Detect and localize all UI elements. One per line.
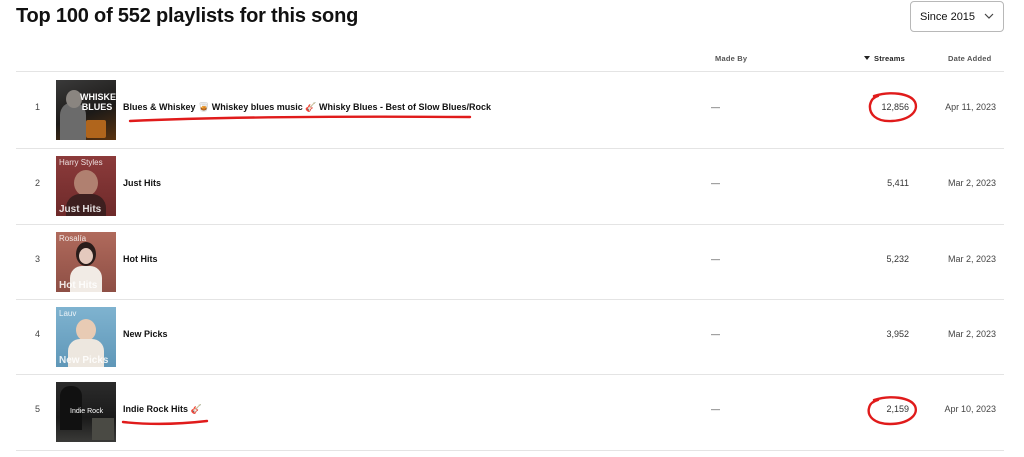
- made-by: —: [711, 178, 720, 188]
- column-header-streams[interactable]: Streams: [864, 54, 905, 63]
- table-row[interactable]: 5 Indie Rock Indie Rock Hits 🎸 — 2,159 A…: [16, 374, 1004, 450]
- playlist-name[interactable]: Blues & Whiskey 🥃 Whiskey blues music 🎸 …: [123, 102, 491, 113]
- row-rank: 4: [35, 329, 41, 339]
- sort-desc-icon: [864, 56, 870, 60]
- table-row[interactable]: 2 Harry Styles Just Hits Just Hits — 5,4…: [16, 148, 1004, 224]
- cover-text-secondary: Just Hits: [59, 204, 102, 215]
- playlist-name[interactable]: Hot Hits: [123, 254, 158, 264]
- table-row[interactable]: 1 WHISKEY BLUES Blues & Whiskey 🥃 Whiske…: [16, 72, 1004, 148]
- cover-text-secondary: Hot Hits: [59, 280, 98, 291]
- row-rank: 3: [35, 254, 41, 264]
- column-header-made-by[interactable]: Made By: [715, 54, 747, 63]
- made-by: —: [711, 254, 720, 264]
- playlist-cover: Indie Rock: [56, 382, 116, 442]
- cover-text: Lauv: [59, 309, 77, 318]
- table-row[interactable]: 3 Rosalía Hot Hits Hot Hits — 5,232 Mar …: [16, 224, 1004, 300]
- cover-text: Rosalía: [59, 234, 87, 243]
- row-divider: [16, 450, 1004, 451]
- date-added: Apr 11, 2023: [945, 102, 996, 112]
- made-by: —: [711, 329, 720, 339]
- playlist-cover: WHISKEY BLUES: [56, 80, 116, 140]
- streams-count: 2,159: [886, 404, 909, 414]
- chevron-down-icon: [984, 13, 994, 19]
- date-range-value: Since 2015: [920, 11, 976, 23]
- date-added: Mar 2, 2023: [947, 329, 996, 339]
- date-added: Apr 10, 2023: [944, 404, 996, 414]
- column-header-date-added[interactable]: Date Added: [948, 54, 991, 63]
- row-rank: 2: [35, 178, 41, 188]
- playlist-name[interactable]: Just Hits: [123, 178, 161, 188]
- streams-count: 12,856: [881, 102, 909, 112]
- date-range-dropdown[interactable]: Since 2015: [910, 1, 1004, 32]
- playlist-cover: Lauv New Picks: [56, 307, 116, 367]
- streams-count: 5,411: [887, 178, 909, 188]
- row-rank: 1: [35, 102, 41, 112]
- made-by: —: [711, 102, 720, 112]
- playlist-name[interactable]: Indie Rock Hits 🎸: [123, 404, 202, 415]
- table-row[interactable]: 4 Lauv New Picks New Picks — 3,952 Mar 2…: [16, 299, 1004, 375]
- column-header-streams-label: Streams: [874, 54, 906, 63]
- cover-text: Indie Rock: [70, 408, 104, 415]
- page-title: Top 100 of 552 playlists for this song: [16, 5, 359, 27]
- cover-text-secondary: New Picks: [59, 355, 109, 366]
- streams-count: 3,952: [886, 329, 909, 339]
- row-rank: 5: [35, 404, 41, 414]
- date-added: Mar 2, 2023: [947, 254, 996, 264]
- cover-text: Harry Styles: [59, 158, 103, 167]
- streams-count: 5,232: [886, 254, 909, 264]
- made-by: —: [711, 404, 720, 414]
- playlist-cover: Harry Styles Just Hits: [56, 156, 116, 216]
- date-added: Mar 2, 2023: [947, 178, 996, 188]
- playlist-name[interactable]: New Picks: [123, 329, 168, 339]
- cover-text: WHISKEY BLUES: [80, 92, 116, 112]
- playlist-cover: Rosalía Hot Hits: [56, 232, 116, 292]
